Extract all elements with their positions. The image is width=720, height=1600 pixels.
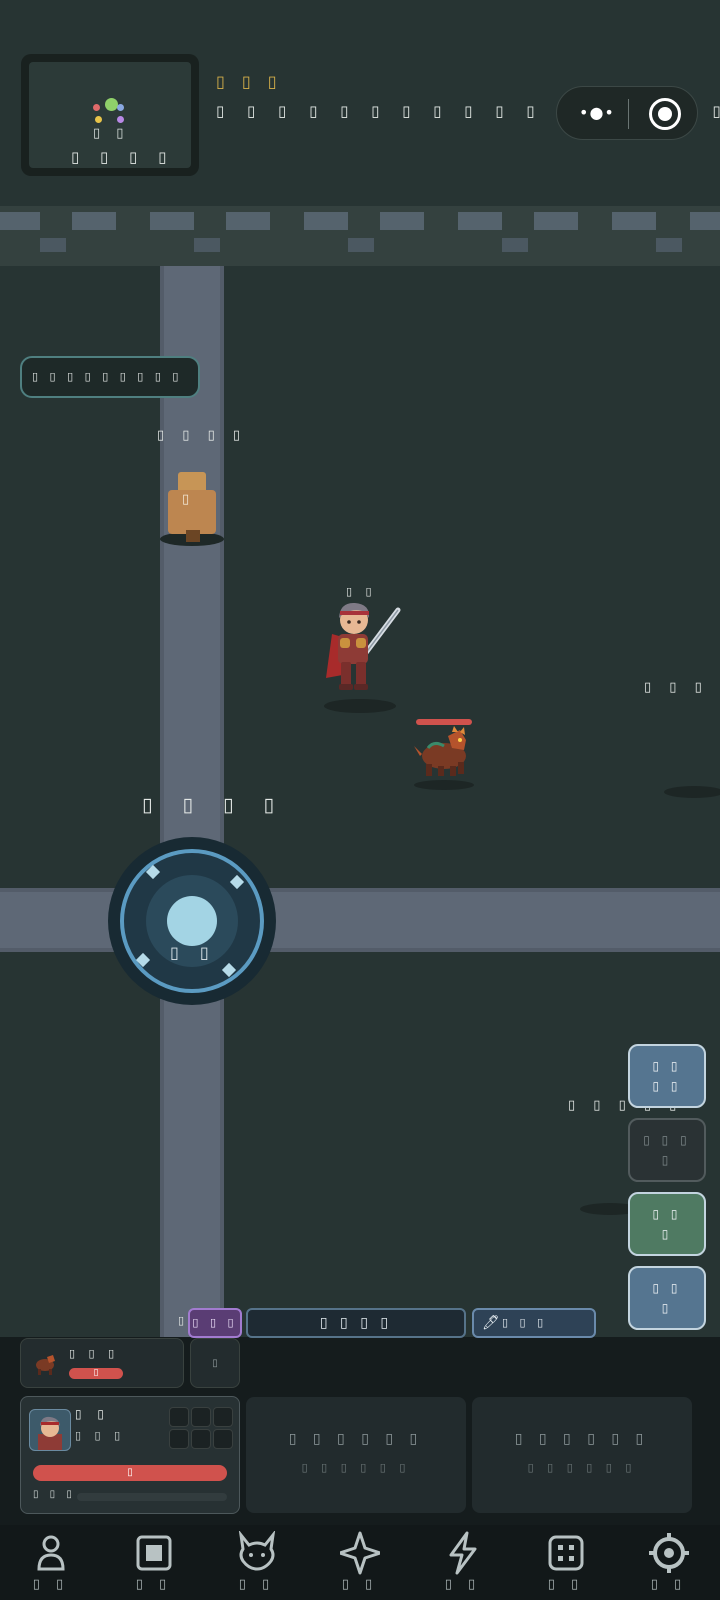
nav-label: ▯ ▯ — [444, 1577, 482, 1592]
npc-character[interactable]: ▯ — [160, 472, 224, 552]
minimap-marker-purple — [117, 116, 124, 123]
bottom-nav: ▯ ▯ ▯ ▯ ▯ ▯ ▯ ▯ ▯ ▯ ▯ ▯ ▯ ▯ — [0, 1525, 720, 1600]
action-button-4[interactable]: ▯ ▯ ▯ — [628, 1266, 706, 1330]
pet-name: ▯ ▯ ▯ — [69, 1347, 120, 1360]
action-button-3-line1: ▯ ▯ — [652, 1207, 682, 1221]
tab-center[interactable]: ▯ ▯ ▯ ▯ — [246, 1308, 466, 1338]
action-button-3[interactable]: ▯ ▯ ▯ — [628, 1192, 706, 1256]
minimap-marker-label: ▯ ▯ — [93, 126, 130, 141]
pet-hp-bar: ▯ — [69, 1368, 123, 1379]
hero-card[interactable]: ▯ ▯ ▯ ▯ ▯ ▯ ▯ ▯ ▯ — [20, 1396, 240, 1514]
empty-team-slot[interactable]: ▯ ▯ ▯ ▯ ▯ ▯ ▯ ▯ ▯ ▯ ▯ ▯ — [246, 1397, 466, 1513]
action-button-2[interactable]: ▯ ▯ ▯ ▯ — [628, 1118, 706, 1182]
npc-glyph: ▯ — [182, 492, 190, 507]
action-button-3-line2: ▯ — [661, 1227, 673, 1241]
person-icon — [37, 1535, 65, 1571]
more-menu-button[interactable]: •●• — [579, 103, 615, 122]
minimap-marker-red — [93, 104, 100, 111]
minimap-marker-player — [105, 98, 118, 111]
tab-prefix: ▯ — [178, 1314, 185, 1327]
action-button-4-line1: ▯ ▯ — [652, 1281, 682, 1295]
lightning-icon — [449, 1531, 477, 1575]
quest-title[interactable]: ▯ ▯ ▯ — [216, 72, 283, 91]
minimap-marker-yellow — [95, 116, 102, 123]
bag-icon — [136, 1535, 172, 1571]
action-button-1-line1: ▯ ▯ — [652, 1059, 682, 1073]
offscreen-npc-shadow-upper — [664, 786, 720, 798]
star-icon — [340, 1531, 380, 1575]
nav-item-skills[interactable]: ▯ ▯ — [412, 1525, 514, 1600]
equip-slot[interactable] — [213, 1407, 233, 1427]
pet-side-label: ▯ — [212, 1358, 218, 1369]
equip-slot[interactable] — [191, 1429, 211, 1449]
empty-slot-subtitle: ▯ ▯ ▯ ▯ ▯ ▯ — [301, 1461, 411, 1474]
action-button-4-line2: ▯ — [661, 1301, 673, 1315]
joystick-knob[interactable] — [167, 896, 217, 946]
nav-item-character[interactable]: ▯ ▯ — [0, 1525, 102, 1600]
hero-card-level: ▯ ▯ ▯ — [75, 1429, 126, 1442]
minimap-marker-blue — [117, 104, 124, 111]
hero-exp-bar — [77, 1493, 227, 1501]
close-record-icon[interactable] — [649, 98, 681, 130]
nav-label: ▯ ▯ — [650, 1577, 688, 1592]
joystick-label: ▯ ▯ — [170, 943, 217, 962]
capsule-divider — [628, 99, 629, 129]
settings-icon — [649, 1533, 689, 1573]
nav-item-settings[interactable]: ▯ ▯ — [618, 1525, 720, 1600]
equip-slot[interactable] — [169, 1407, 189, 1427]
nav-item-star[interactable]: ▯ ▯ — [309, 1525, 411, 1600]
action-button-2-line2: ▯ — [661, 1153, 673, 1167]
nav-item-pet[interactable]: ▯ ▯ — [206, 1525, 308, 1600]
town-wall — [0, 206, 720, 266]
empty-slot-title: ▯ ▯ ▯ ▯ ▯ ▯ — [288, 1431, 424, 1447]
minimap-zone-name: ▯ ▯ ▯ ▯ — [71, 148, 175, 166]
nav-label: ▯ ▯ — [341, 1577, 379, 1592]
pet-portrait-icon — [33, 1353, 57, 1375]
hero-exp-label: ▯ ▯ ▯ — [33, 1489, 76, 1500]
nav-label: ▯ ▯ — [238, 1577, 276, 1592]
action-button-2-line1: ▯ ▯ ▯ — [643, 1133, 691, 1147]
nav-label: ▯ ▯ — [32, 1577, 70, 1592]
nav-label: ▯ ▯ — [547, 1577, 585, 1592]
hero-portrait — [29, 1409, 71, 1451]
empty-slot-title: ▯ ▯ ▯ ▯ ▯ ▯ — [514, 1431, 650, 1447]
miniprogram-capsule: •●• — [556, 86, 698, 140]
minimap[interactable]: ▯ ▯ ▯ ▯ ▯ ▯ — [21, 54, 199, 176]
feather-icon: 🖊 — [482, 1315, 504, 1331]
nav-item-more[interactable]: ▯ ▯ — [515, 1525, 617, 1600]
pet-hp-text: ▯ — [93, 1368, 99, 1378]
minimap-view: ▯ ▯ ▯ ▯ ▯ ▯ — [29, 62, 191, 168]
offscreen-npc-label-upper: ▯ ▯ ▯ ▯ ▯ — [644, 680, 720, 695]
tab-purple[interactable]: ▯ ▯ ▯ — [188, 1308, 242, 1338]
equip-slot[interactable] — [191, 1407, 211, 1427]
npc-name: ▯ ▯ ▯ ▯ — [157, 428, 248, 443]
equip-slot[interactable] — [213, 1429, 233, 1449]
hero-hp-bar: ▯ — [33, 1465, 227, 1481]
enemy-health-bar — [416, 719, 472, 725]
action-button-1[interactable]: ▯ ▯ ▯ ▯ — [628, 1044, 706, 1108]
enemy-beast-sprite[interactable] — [414, 726, 476, 780]
enemy-shadow — [414, 780, 474, 790]
hero-name: ▯ ▯ — [346, 585, 377, 598]
nav-item-bag[interactable]: ▯ ▯ — [103, 1525, 205, 1600]
action-button-1-line2: ▯ ▯ — [652, 1079, 682, 1093]
teleport-joystick[interactable]: ▯ ▯ — [108, 837, 276, 1005]
hero-card-name: ▯ ▯ — [75, 1407, 111, 1421]
landmark-label: ▯ ▯ ▯ ▯ — [142, 794, 286, 816]
empty-team-slot[interactable]: ▯ ▯ ▯ ▯ ▯ ▯ ▯ ▯ ▯ ▯ ▯ ▯ — [472, 1397, 692, 1513]
npc-speech-bubble[interactable]: ▯ ▯ ▯ ▯ ▯ ▯ ▯ ▯ ▯ — [20, 356, 200, 398]
grid-icon — [548, 1535, 584, 1571]
hero-sprite[interactable] — [318, 598, 408, 714]
pet-card[interactable]: ▯ ▯ ▯ ▯ — [20, 1338, 184, 1388]
nav-label: ▯ ▯ — [135, 1577, 173, 1592]
empty-slot-subtitle: ▯ ▯ ▯ ▯ ▯ ▯ — [527, 1461, 637, 1474]
tab-right[interactable]: 🖊 ▯ ▯ ▯ — [472, 1308, 596, 1338]
game-screen: ▯ ▯ ▯ ▯ ▯ ▯ ▯ ▯ ▯ ▯ ▯ ▯ ▯ ▯ ▯ ▯ ▯ ▯ ▯ ▯ … — [0, 0, 720, 1600]
pet-side-button[interactable]: ▯ — [190, 1338, 240, 1388]
equip-slot[interactable] — [169, 1429, 189, 1449]
pet-icon — [238, 1531, 276, 1571]
hero-hp-text: ▯ — [127, 1467, 133, 1478]
tab-right-label: ▯ ▯ ▯ — [502, 1316, 548, 1329]
